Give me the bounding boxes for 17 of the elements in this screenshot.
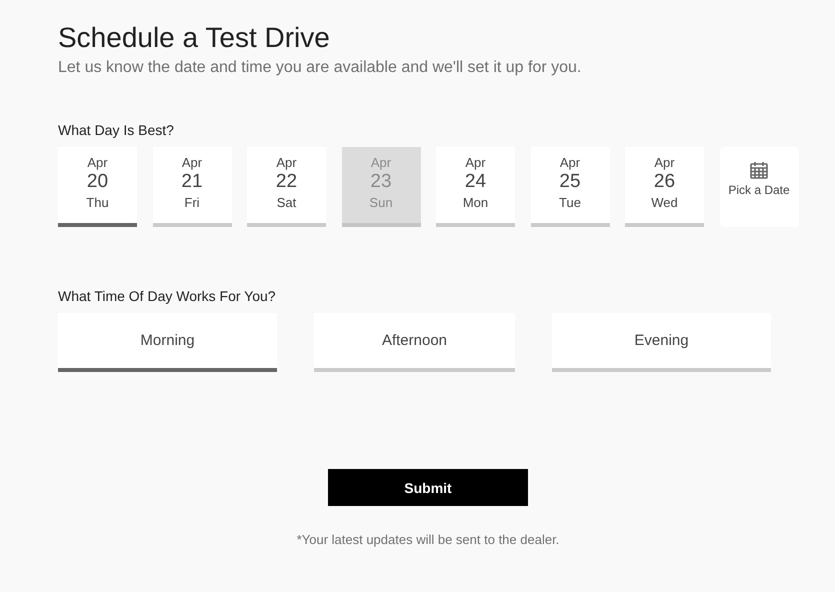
page-title: Schedule a Test Drive	[58, 21, 331, 55]
section-heading: What Day Is Best?	[58, 121, 175, 139]
day-tile[interactable]: Apr 24 Mon	[436, 147, 515, 227]
day-tile[interactable]: Apr 20 Thu	[58, 147, 137, 227]
day-tile[interactable]: Apr 22 Sat	[247, 147, 326, 227]
day-tile[interactable]: Apr 25 Tue	[530, 147, 610, 227]
day-tile[interactable]: Apr 26 Wed	[625, 147, 704, 227]
time-option[interactable]: Afternoon	[314, 313, 515, 372]
section-heading: What Time Of Day Works For You?	[58, 287, 277, 305]
page-subtitle: Let us know the date and time you are available and we'll set it up for you.	[58, 58, 582, 78]
time-option[interactable]: Morning	[58, 313, 277, 372]
day-tile[interactable]: Apr 21 Fri	[152, 147, 232, 227]
calendar-icon	[749, 160, 769, 180]
footnote: *Your latest updates will be sent to the dealer.	[296, 532, 560, 547]
pick-date-button[interactable]: Pick a Date	[720, 147, 798, 227]
submit-button[interactable]: Submit	[328, 469, 528, 506]
time-option[interactable]: Evening	[552, 313, 771, 372]
